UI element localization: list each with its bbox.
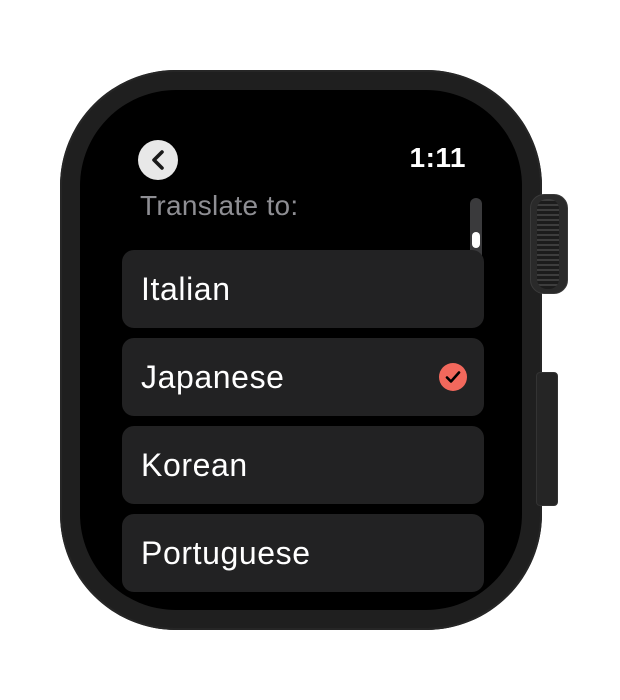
side-button[interactable]	[536, 372, 558, 506]
checkmark-icon	[439, 363, 467, 391]
list-item-label: Portuguese	[141, 534, 311, 571]
crown-knurling	[537, 199, 559, 289]
status-time: 1:11	[409, 142, 466, 173]
list-item-korean[interactable]: Korean	[122, 426, 484, 504]
language-list: Italian Japanese Korean Portuguese	[122, 250, 484, 602]
scroll-thumb	[472, 232, 480, 248]
list-item-label: Korean	[141, 446, 248, 483]
section-title: Translate to:	[140, 190, 299, 221]
list-item-japanese[interactable]: Japanese	[122, 338, 484, 416]
stage: 1:11 Translate to: Italian Japanese Kore…	[0, 0, 620, 700]
list-item-label: Italian	[141, 270, 231, 307]
list-item-label: Japanese	[141, 358, 285, 395]
back-button[interactable]	[138, 140, 178, 180]
digital-crown[interactable]	[530, 194, 568, 294]
chevron-left-icon	[149, 149, 167, 171]
list-item-italian[interactable]: Italian	[122, 250, 484, 328]
list-item-portuguese[interactable]: Portuguese	[122, 514, 484, 592]
watch-screen: 1:11 Translate to: Italian Japanese Kore…	[80, 90, 522, 610]
